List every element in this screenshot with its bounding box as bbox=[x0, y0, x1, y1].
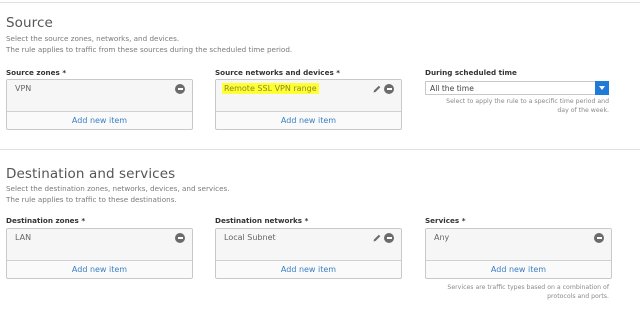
services-hint-1: Services are traffic types based on a co… bbox=[447, 284, 609, 291]
schedule-select[interactable]: All the time bbox=[425, 81, 609, 95]
remove-icon[interactable] bbox=[175, 233, 185, 243]
destination-section-title: Destination and services bbox=[6, 166, 176, 182]
destination-networks-label: Destination networks * bbox=[215, 216, 309, 225]
destination-networks-box: Local Subnet Add new item bbox=[215, 228, 402, 279]
schedule-select-value: All the time bbox=[430, 84, 474, 93]
top-divider bbox=[0, 2, 640, 3]
services-label: Services * bbox=[425, 216, 466, 225]
destination-network-item: Local Subnet bbox=[224, 233, 276, 242]
source-networks-label: Source networks and devices * bbox=[215, 68, 341, 77]
source-zones-item-row: VPN bbox=[7, 80, 192, 112]
destination-zones-item-row: LAN bbox=[7, 229, 192, 261]
source-section-desc-2: The rule applies to traffic from these s… bbox=[6, 45, 293, 54]
destination-section-desc-2: The rule applies to traffic to these des… bbox=[6, 195, 177, 204]
source-network-item: Remote SSL VPN range bbox=[222, 83, 319, 94]
remove-icon[interactable] bbox=[175, 84, 185, 94]
source-section-desc-1: Select the source zones, networks, and d… bbox=[6, 34, 180, 43]
source-section-title: Source bbox=[6, 15, 53, 31]
schedule-label: During scheduled time bbox=[425, 68, 517, 77]
destination-section-desc-1: Select the destination zones, networks, … bbox=[6, 184, 230, 193]
destination-zone-item: LAN bbox=[15, 233, 32, 242]
services-box: Any Add new item bbox=[425, 228, 612, 279]
source-zone-item: VPN bbox=[15, 84, 32, 93]
chevron-down-icon[interactable] bbox=[595, 81, 609, 95]
destination-networks-add-button[interactable]: Add new item bbox=[216, 261, 401, 278]
section-divider bbox=[0, 149, 640, 150]
edit-icon[interactable] bbox=[372, 84, 382, 94]
destination-zones-add-button[interactable]: Add new item bbox=[7, 261, 192, 278]
source-networks-item-row: Remote SSL VPN range bbox=[216, 80, 401, 112]
schedule-hint-1: Select to apply the rule to a specific t… bbox=[446, 98, 609, 105]
remove-icon[interactable] bbox=[384, 233, 394, 243]
services-item-row: Any bbox=[426, 229, 611, 261]
destination-zones-box: LAN Add new item bbox=[6, 228, 193, 279]
services-add-button[interactable]: Add new item bbox=[426, 261, 611, 278]
source-zones-label: Source zones * bbox=[6, 68, 67, 77]
source-networks-add-button[interactable]: Add new item bbox=[216, 112, 401, 129]
service-item: Any bbox=[434, 233, 450, 242]
schedule-hint-2: day of the week. bbox=[557, 107, 609, 114]
destination-zones-label: Destination zones * bbox=[6, 216, 86, 225]
source-zones-box: VPN Add new item bbox=[6, 79, 193, 130]
remove-icon[interactable] bbox=[594, 233, 604, 243]
edit-icon[interactable] bbox=[372, 233, 382, 243]
source-zones-add-button[interactable]: Add new item bbox=[7, 112, 192, 129]
services-hint-2: protocols and ports. bbox=[547, 293, 609, 300]
source-networks-box: Remote SSL VPN range Add new item bbox=[215, 79, 402, 130]
remove-icon[interactable] bbox=[384, 84, 394, 94]
destination-networks-item-row: Local Subnet bbox=[216, 229, 401, 261]
